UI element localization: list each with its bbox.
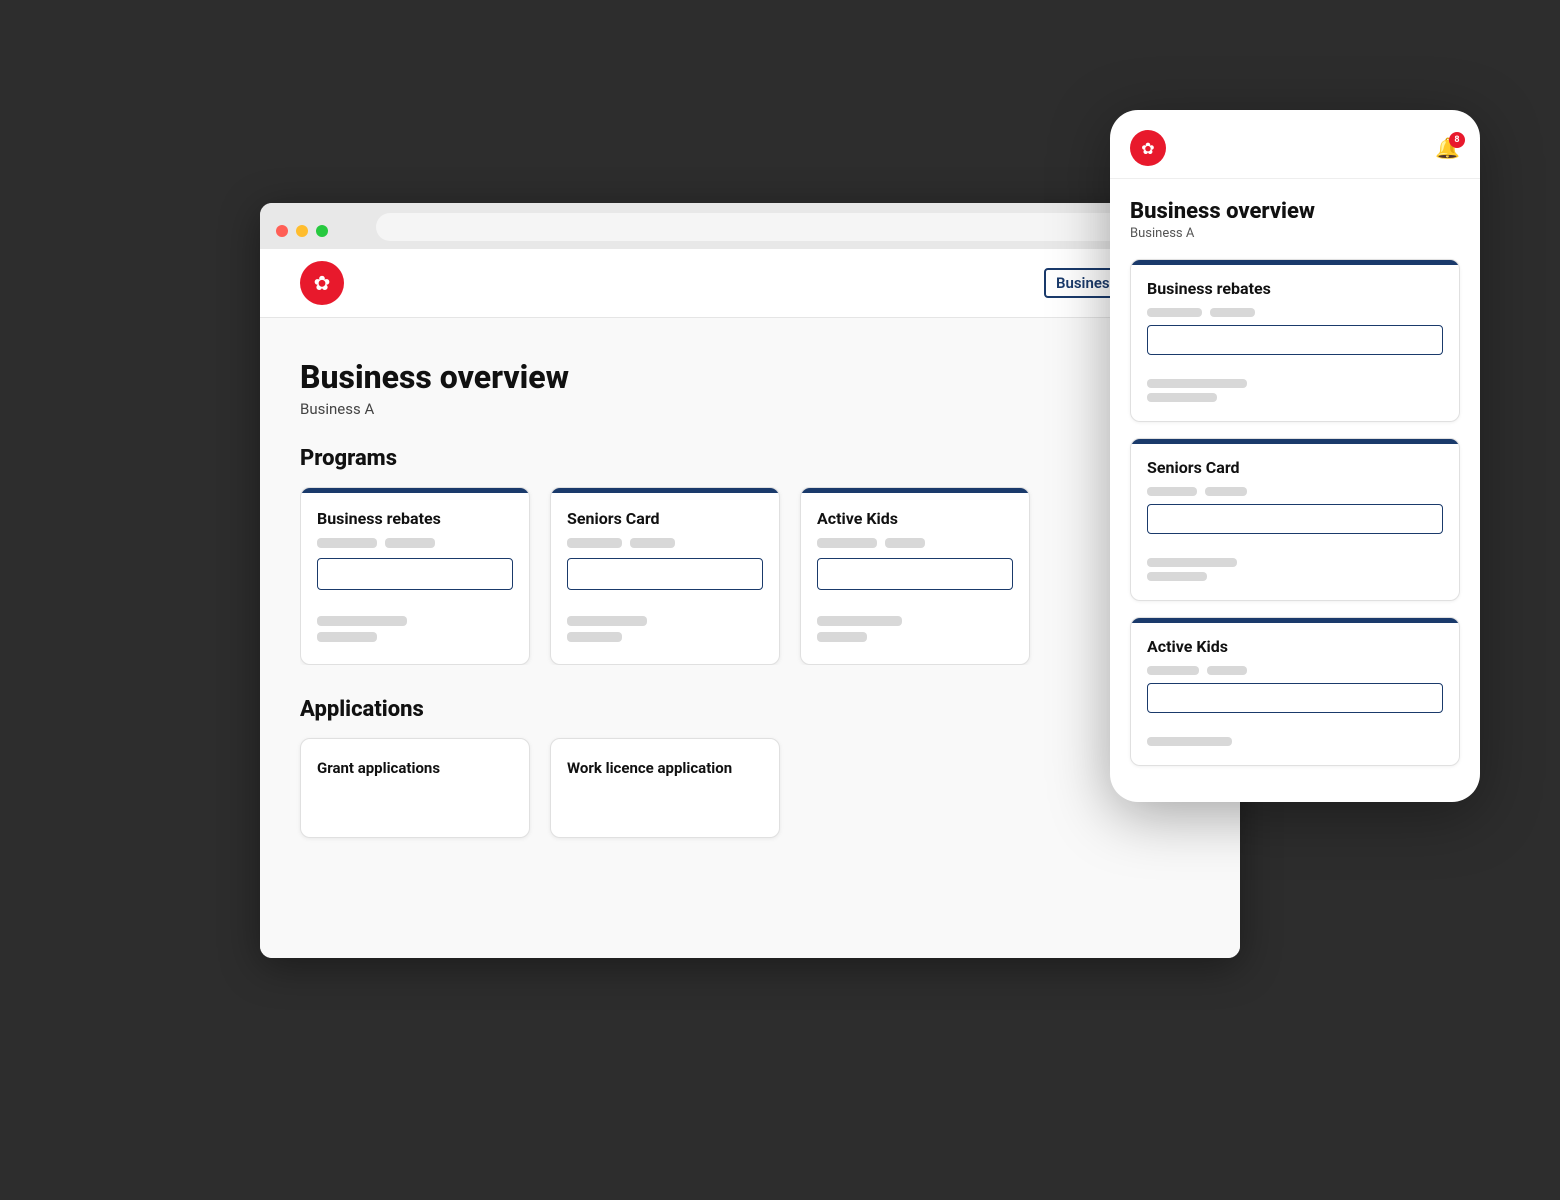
browser-dot-green (316, 225, 328, 237)
mobile-input-box[interactable] (1147, 683, 1443, 713)
mobile-header: ✿ 🔔 8 (1110, 110, 1480, 179)
mobile-footer-placeholder (1147, 379, 1247, 388)
placeholder (567, 538, 622, 548)
card-input-box[interactable] (567, 558, 763, 590)
placeholder (885, 538, 925, 548)
browser-chrome (260, 203, 1240, 249)
card-placeholder-row (567, 538, 763, 548)
placeholder (817, 538, 877, 548)
mobile-footer-placeholder (1147, 572, 1207, 581)
footer-placeholder (317, 632, 377, 642)
card-title: Business rebates (317, 509, 513, 528)
programs-cards-row: Business rebates (300, 487, 1200, 665)
mobile-page-title: Business overview (1130, 199, 1460, 224)
mobile-placeholder (1147, 487, 1197, 496)
mobile-placeholder-row (1147, 308, 1443, 317)
applications-section-title: Applications (300, 697, 1200, 722)
address-bar (376, 213, 1184, 241)
card-placeholder-row (817, 538, 1013, 548)
mobile-card-seniors-card[interactable]: Seniors Card (1130, 438, 1460, 601)
placeholder (317, 538, 377, 548)
mobile-input-box[interactable] (1147, 325, 1443, 355)
card-input-box[interactable] (317, 558, 513, 590)
page-title: Business overview (300, 358, 1200, 396)
card-placeholder-row (317, 538, 513, 548)
mobile-footer-placeholder (1147, 393, 1217, 402)
browser-dot-red (276, 225, 288, 237)
placeholder (385, 538, 435, 548)
logo-icon: ✿ (314, 271, 331, 295)
mobile-notification-badge: 8 (1449, 132, 1465, 148)
logo: ✿ (300, 261, 344, 305)
mobile-placeholder (1210, 308, 1255, 317)
mobile-logo: ✿ (1130, 130, 1166, 166)
footer-placeholder (567, 616, 647, 626)
mobile-placeholder (1147, 666, 1199, 675)
card-title: Active Kids (817, 509, 1013, 528)
mobile-page-subtitle: Business A (1130, 226, 1460, 241)
mobile-placeholder (1147, 308, 1202, 317)
mobile-placeholder (1207, 666, 1247, 675)
footer-placeholder (317, 616, 407, 626)
mobile-placeholder (1205, 487, 1247, 496)
mobile-content: Business overview Business A Business re… (1110, 179, 1480, 802)
program-card-business-rebates[interactable]: Business rebates (300, 487, 530, 665)
desktop-header: ✿ Business A ▾ 🔔 8 (260, 249, 1240, 318)
footer-placeholder (567, 632, 622, 642)
mobile-footer-placeholder (1147, 737, 1232, 746)
mobile-logo-icon: ✿ (1141, 139, 1154, 158)
mobile-card-active-kids[interactable]: Active Kids (1130, 617, 1460, 766)
mobile-notification-button[interactable]: 🔔 8 (1435, 136, 1460, 160)
mobile-card-business-rebates[interactable]: Business rebates (1130, 259, 1460, 422)
footer-placeholder (817, 632, 867, 642)
app-card-title: Grant applications (317, 759, 513, 777)
desktop-content: Business overview Business A Programs Bu… (260, 318, 1240, 958)
mobile-card-title: Seniors Card (1147, 458, 1443, 477)
mobile-input-box[interactable] (1147, 504, 1443, 534)
application-cards-row: Grant applications Work licence applicat… (300, 738, 1200, 838)
mobile-card-title: Business rebates (1147, 279, 1443, 298)
mobile-footer-placeholder (1147, 558, 1237, 567)
program-card-seniors-card[interactable]: Seniors Card (550, 487, 780, 665)
mobile-card-title: Active Kids (1147, 637, 1443, 656)
page-subtitle: Business A (300, 400, 1200, 418)
card-title: Seniors Card (567, 509, 763, 528)
mobile-overlay: ✿ 🔔 8 Business overview Business A Busin… (1110, 110, 1480, 802)
placeholder (630, 538, 675, 548)
mobile-placeholder-row (1147, 487, 1443, 496)
app-card-grant[interactable]: Grant applications (300, 738, 530, 838)
browser-window: ✿ Business A ▾ 🔔 8 Business overview Bus… (260, 203, 1240, 958)
mobile-placeholder-row (1147, 666, 1443, 675)
browser-dot-yellow (296, 225, 308, 237)
app-card-work-licence[interactable]: Work licence application (550, 738, 780, 838)
card-input-box[interactable] (817, 558, 1013, 590)
footer-placeholder (817, 616, 902, 626)
programs-section-title: Programs (300, 446, 1200, 471)
app-card-title: Work licence application (567, 759, 763, 777)
program-card-active-kids[interactable]: Active Kids (800, 487, 1030, 665)
